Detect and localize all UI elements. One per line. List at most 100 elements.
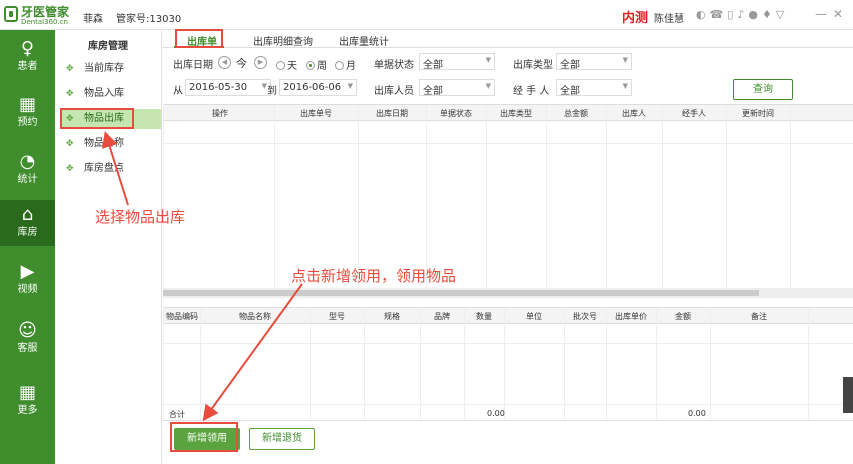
query-button[interactable]: 查询 xyxy=(733,79,793,100)
person-select[interactable]: 全部 ▼ xyxy=(419,79,495,97)
weibo-icon[interactable]: ◐ xyxy=(696,8,706,22)
column-divider xyxy=(274,105,275,289)
column-header: 单位 xyxy=(526,312,542,321)
subnav-item-inventory-check[interactable]: ✥ 库房盘点 xyxy=(61,159,161,179)
date-label: 出库日期 xyxy=(173,60,213,71)
range-month-radio[interactable]: 月 xyxy=(335,57,356,72)
total-quantity: 0.00 xyxy=(487,409,505,418)
range-day-radio[interactable]: 天 xyxy=(276,57,297,72)
column-header: 操作 xyxy=(212,109,228,118)
to-date-picker[interactable]: 2016-06-06 ▼ xyxy=(279,79,357,96)
row-divider xyxy=(164,404,853,405)
clinic-name: 菲森 xyxy=(83,14,103,25)
from-date-picker[interactable]: 2016-05-30 ▼ xyxy=(185,79,271,96)
radio-label: 周 xyxy=(317,61,327,72)
minimize-icon[interactable]: — xyxy=(815,7,827,21)
user-name[interactable]: 陈佳慧 xyxy=(654,10,684,25)
nav-warehouse[interactable]: ⌂ 库房 xyxy=(0,200,55,246)
calendar-icon: ▦ xyxy=(18,94,36,115)
bullet-icon: ✥ xyxy=(66,139,74,149)
column-header: 金额 xyxy=(675,312,691,321)
nav-appointments[interactable]: ▦ 预约 xyxy=(0,90,55,136)
subnav-item-stock-in[interactable]: ✥ 物品入库 xyxy=(61,84,161,104)
radio-label: 天 xyxy=(287,61,297,72)
radio-icon xyxy=(335,61,344,70)
prev-period-icon[interactable]: ◀ xyxy=(218,56,231,69)
tab-stock-out-details[interactable]: 出库明细查询 xyxy=(253,33,313,48)
nav-label: 客服 xyxy=(17,343,38,354)
bell-icon[interactable]: ♪ xyxy=(737,8,744,22)
toolbar-icons: ◐ ☎ ▯ ♪ ● ♦ ▽ xyxy=(696,8,784,22)
bullet-icon: ✥ xyxy=(66,64,74,74)
column-divider xyxy=(662,105,663,289)
status-select[interactable]: 全部 ▼ xyxy=(419,53,495,71)
type-select[interactable]: 全部 ▼ xyxy=(556,53,632,71)
shirt-icon[interactable]: ♦ xyxy=(762,8,772,22)
column-divider xyxy=(426,105,427,289)
annotation-box-subnav xyxy=(60,108,134,129)
tab-bar: 出库单 出库明细查询 出库量统计 xyxy=(163,30,853,48)
column-header: 出库人 xyxy=(622,109,646,118)
column-header: 数量 xyxy=(476,312,492,321)
handler-select[interactable]: 全部 ▼ xyxy=(556,79,632,97)
scrollbar-thumb[interactable] xyxy=(163,290,759,296)
total-amount: 0.00 xyxy=(688,409,706,418)
mobile-icon[interactable]: ▯ xyxy=(727,8,733,22)
column-header: 总金额 xyxy=(564,109,588,118)
column-header: 型号 xyxy=(329,312,345,321)
nav-more[interactable]: ▦ 更多 xyxy=(0,378,55,424)
status-label: 单据状态 xyxy=(374,60,414,71)
nav-statistics[interactable]: ◔ 统计 xyxy=(0,147,55,193)
today-button[interactable]: 今 xyxy=(236,55,247,71)
close-icon[interactable]: ✕ xyxy=(833,7,843,21)
horizontal-scrollbar[interactable] xyxy=(163,288,853,298)
type-label: 出库类型 xyxy=(513,60,553,71)
items-table: 物品编码 物品名称 型号 规格 品牌 数量 单位 批次号 出库单价 金额 备注 xyxy=(163,307,853,421)
chevron-down-icon: ▼ xyxy=(347,82,353,90)
subnav-item-current-stock[interactable]: ✥ 当前库存 xyxy=(61,59,161,79)
radio-label: 月 xyxy=(346,61,356,72)
house-icon: ⌂ xyxy=(21,204,34,225)
type-value: 全部 xyxy=(560,60,580,71)
subnav-title: 库房管理 xyxy=(88,41,128,52)
column-header: 出库日期 xyxy=(376,109,408,118)
pie-chart-icon: ◔ xyxy=(19,151,36,172)
chevron-down-icon: ▼ xyxy=(622,56,628,64)
phone-icon[interactable]: ☎ xyxy=(710,8,724,22)
bullet-icon: ✥ xyxy=(66,89,74,99)
nav-label: 预约 xyxy=(17,117,38,128)
column-header: 物品名称 xyxy=(239,312,271,321)
column-header: 出库单号 xyxy=(300,109,332,118)
nav-patients[interactable]: ♀ 患者 xyxy=(0,34,55,80)
wifi-icon[interactable]: ▽ xyxy=(776,8,784,22)
person-label: 出库人员 xyxy=(374,86,414,97)
to-date-value: 2016-06-06 xyxy=(283,82,342,93)
orders-table-header: 操作 出库单号 出库日期 单据状态 出库类型 总金额 出库人 经手人 更新时间 xyxy=(164,105,853,121)
help-icon[interactable]: ● xyxy=(748,8,758,22)
subnav-label: 物品名称 xyxy=(84,138,124,149)
column-divider xyxy=(790,105,791,289)
tab-stock-out-stats[interactable]: 出库量统计 xyxy=(339,33,389,48)
add-return-button[interactable]: 新增退货 xyxy=(249,428,315,450)
nav-video[interactable]: ▶ 视频 xyxy=(0,257,55,303)
column-header: 经手人 xyxy=(682,109,706,118)
column-header: 批次号 xyxy=(573,312,597,321)
column-header: 品牌 xyxy=(434,312,450,321)
annotation-text-step2: 点击新增领用，领用物品 xyxy=(291,267,457,285)
logo-icon xyxy=(4,6,18,22)
column-divider xyxy=(726,105,727,289)
next-period-icon[interactable]: ▶ xyxy=(254,56,267,69)
nav-support[interactable]: ☺ 客服 xyxy=(0,316,55,362)
column-divider xyxy=(358,105,359,289)
annotation-text-step1: 选择物品出库 xyxy=(95,208,186,226)
window-controls: — ✕ xyxy=(815,7,843,21)
side-panel-handle[interactable] xyxy=(843,377,853,413)
column-header: 备注 xyxy=(751,312,767,321)
range-week-radio[interactable]: 周 xyxy=(306,57,327,72)
column-header: 规格 xyxy=(384,312,400,321)
main-sidebar: ♀ 患者 ▦ 预约 ◔ 统计 ⌂ 库房 ▶ 视频 ☺ 客服 ▦ 更多 xyxy=(0,30,55,464)
row-divider xyxy=(164,143,853,144)
nav-label: 视频 xyxy=(17,284,38,295)
subnav-item-item-names[interactable]: ✥ 物品名称 xyxy=(61,134,161,154)
radio-selected-icon xyxy=(306,61,315,70)
